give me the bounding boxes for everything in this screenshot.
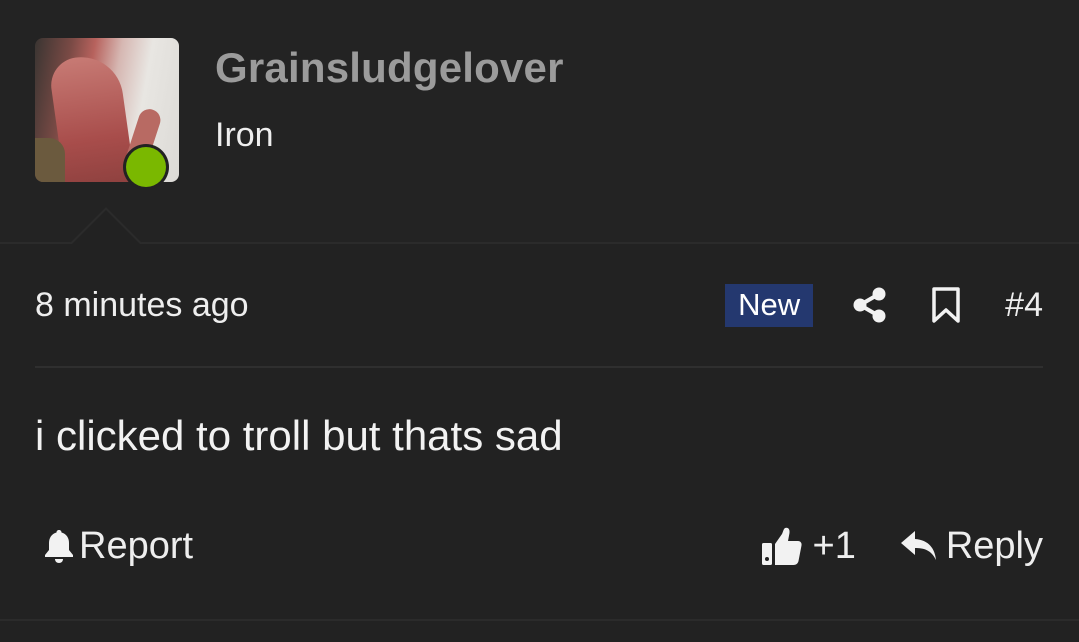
author-avatar[interactable]	[35, 38, 179, 190]
like-count: +1	[812, 524, 856, 567]
reply-label: Reply	[945, 524, 1043, 567]
report-button[interactable]: Report	[35, 525, 761, 568]
new-badge: New	[725, 283, 814, 327]
post-author-header: Grainsludgelover Iron	[0, 0, 1079, 244]
meta-divider	[35, 366, 1043, 368]
post-timestamp[interactable]: 8 minutes ago	[35, 286, 725, 325]
header-pointer	[72, 210, 140, 244]
online-status-indicator	[123, 144, 169, 190]
post-bottom-border	[0, 619, 1079, 621]
reply-icon	[900, 531, 936, 560]
post-number-link[interactable]: #4	[1005, 286, 1043, 325]
post-meta-row: 8 minutes ago New #4	[35, 280, 1043, 330]
share-icon[interactable]	[853, 287, 887, 323]
thumbs-up-icon	[761, 527, 802, 565]
bell-icon	[45, 530, 73, 563]
bookmark-icon[interactable]	[931, 286, 961, 324]
reply-button[interactable]: Reply	[900, 525, 1043, 568]
post-actions: Report +1 Reply	[35, 518, 1043, 574]
author-username[interactable]: Grainsludgelover	[215, 44, 564, 92]
like-button[interactable]: +1	[761, 525, 856, 568]
post-message: i clicked to troll but thats sad	[35, 412, 563, 459]
forum-post: Grainsludgelover Iron 8 minutes ago New …	[0, 0, 1079, 642]
report-label: Report	[79, 524, 194, 567]
author-rank: Iron	[215, 116, 274, 154]
